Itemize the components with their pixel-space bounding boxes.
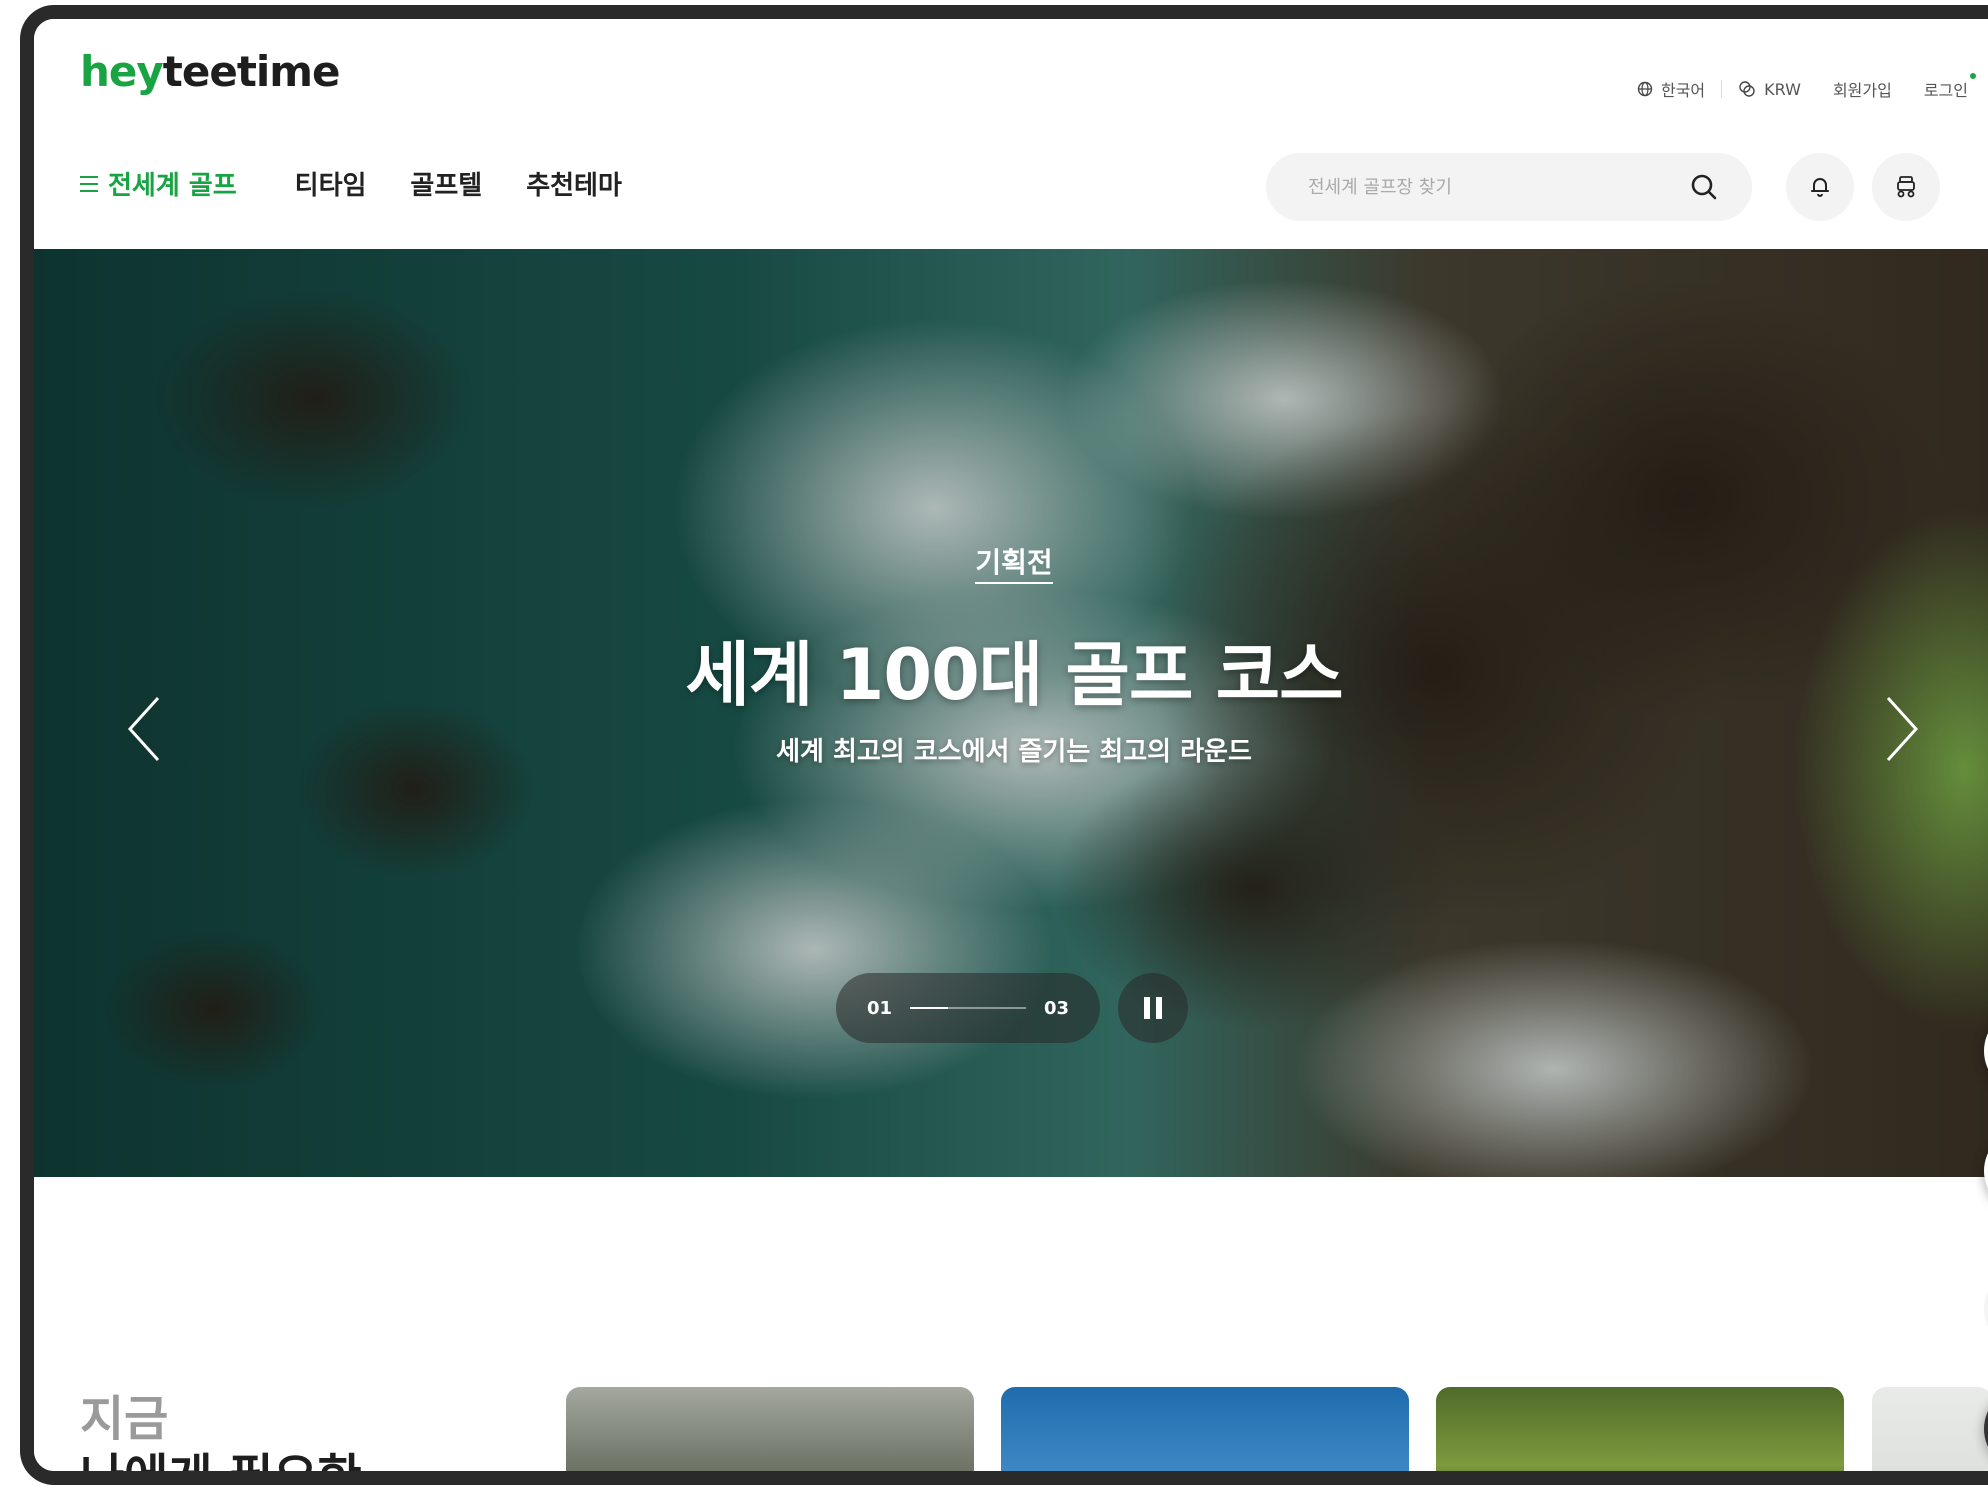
section-title-line1: 지금 xyxy=(80,1391,169,1447)
carousel-next-button[interactable] xyxy=(1872,689,1932,769)
golf-bag-icon xyxy=(1897,176,1915,198)
search-input[interactable] xyxy=(1306,175,1686,199)
site-header: heyteetime 한국어 KRW 회원가입 로그인 전세계 골프 티타임 골… xyxy=(34,19,1988,249)
currency-label: KRW xyxy=(1764,79,1801,99)
search-button[interactable] xyxy=(1686,169,1722,205)
login-label: 로그인 xyxy=(1923,81,1968,100)
main-nav: 전세계 골프 티타임 골프텔 추천테마 xyxy=(80,165,666,202)
floating-side-button[interactable] xyxy=(1984,1267,1988,1351)
hamburger-menu-icon xyxy=(80,175,98,192)
notification-button[interactable] xyxy=(1786,153,1854,221)
login-link[interactable]: 로그인 xyxy=(1908,73,1984,101)
nav-golftel[interactable]: 골프텔 xyxy=(410,165,482,202)
globe-icon xyxy=(1637,81,1653,97)
screen: heyteetime 한국어 KRW 회원가입 로그인 전세계 골프 티타임 골… xyxy=(34,19,1988,1471)
pause-icon xyxy=(1144,997,1150,1019)
pager-progress-fill xyxy=(910,1007,949,1009)
login-indicator-dot xyxy=(1970,73,1976,79)
signup-label: 회원가입 xyxy=(1832,81,1892,100)
section-title: 지금 나에게 필요한 xyxy=(80,1391,362,1471)
nav-tee-time[interactable]: 티타임 xyxy=(295,165,367,202)
search-icon xyxy=(1691,174,1717,200)
carousel-pause-button[interactable] xyxy=(1118,973,1188,1043)
tablet-frame: heyteetime 한국어 KRW 회원가입 로그인 전세계 골프 티타임 골… xyxy=(20,5,1988,1485)
recommend-card-3[interactable] xyxy=(1436,1387,1844,1471)
golf-cart-button[interactable] xyxy=(1872,153,1940,221)
logo-part-teetime: teetime xyxy=(162,47,341,96)
hero-label-text: 기획전 xyxy=(975,546,1053,584)
recommend-card-4[interactable] xyxy=(1872,1387,1988,1471)
hero-label[interactable]: 기획전 xyxy=(34,541,1988,584)
nav-recommended-theme[interactable]: 추천테마 xyxy=(526,165,622,202)
recommend-card-2[interactable] xyxy=(1001,1387,1409,1471)
language-label: 한국어 xyxy=(1660,81,1706,100)
chevron-left-icon xyxy=(127,696,160,762)
utility-nav: 한국어 KRW 회원가입 로그인 xyxy=(1621,73,1984,101)
hero-title: 세계 100대 골프 코스 xyxy=(685,634,1343,716)
bell-icon xyxy=(1811,178,1829,197)
signup-link[interactable]: 회원가입 xyxy=(1817,77,1908,101)
hero-subtitle: 세계 최고의 코스에서 즐기는 최고의 라운드 xyxy=(776,737,1252,767)
hero-carousel: 기획전 세계 100대 골프 코스 세계 최고의 코스에서 즐기는 최고의 라운… xyxy=(34,249,1988,1177)
section-title-line2: 나에게 필요한 xyxy=(80,1449,362,1471)
site-logo[interactable]: heyteetime xyxy=(80,51,341,93)
carousel-pager: 01 03 xyxy=(836,973,1100,1043)
carousel-prev-button[interactable] xyxy=(114,689,174,769)
nav-global-golf-label: 전세계 골프 xyxy=(108,171,237,201)
search-bar xyxy=(1266,153,1752,221)
pager-progress-track xyxy=(910,1007,1026,1009)
currency-exchange-icon xyxy=(1739,81,1755,97)
logo-part-hey: hey xyxy=(80,47,164,96)
language-selector[interactable]: 한국어 xyxy=(1621,77,1721,101)
recommend-card-1[interactable] xyxy=(566,1387,974,1471)
currency-selector[interactable]: KRW xyxy=(1722,80,1817,99)
pager-total: 03 xyxy=(1044,997,1070,1019)
chevron-right-icon xyxy=(1886,696,1919,762)
nav-global-golf[interactable]: 전세계 골프 xyxy=(80,165,237,202)
pager-current: 01 xyxy=(866,997,892,1019)
